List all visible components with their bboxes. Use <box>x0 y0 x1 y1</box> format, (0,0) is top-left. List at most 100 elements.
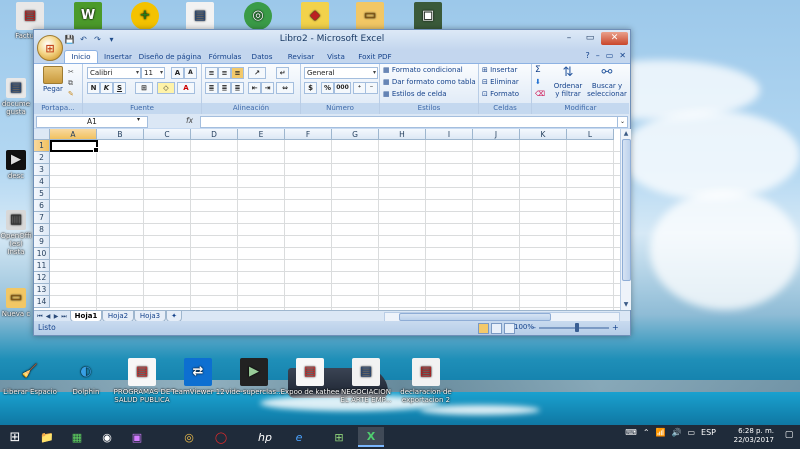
desktop-icon-tripadvisor[interactable]: ◎ <box>228 2 288 32</box>
column-header-k[interactable]: K <box>520 129 567 140</box>
column-header-g[interactable]: G <box>332 129 379 140</box>
tab-foxit-pdf[interactable]: Foxit PDF <box>356 51 394 63</box>
column-header-i[interactable]: I <box>426 129 473 140</box>
decrease-indent-icon[interactable]: ⇤ <box>248 82 261 94</box>
notifications-icon[interactable]: ▢ <box>782 430 796 442</box>
desktop-icon-negociacion[interactable]: ▤ NEGOCIACION EL ARTE EMP... <box>336 358 396 404</box>
align-top-icon[interactable]: ≡ <box>205 67 218 79</box>
desktop-icon-video[interactable]: ▶ vide-superclas... <box>224 358 284 396</box>
row-header-6[interactable]: 6 <box>34 200 50 212</box>
column-header-f[interactable]: F <box>285 129 332 140</box>
autosum-button[interactable]: Σ <box>535 65 541 76</box>
select-all-corner[interactable] <box>34 129 50 140</box>
desktop-icon-dolphin[interactable]: ◐ Dolphin <box>56 358 116 396</box>
desktop-icon-nueva-carpeta[interactable]: ▭ Nueva c <box>0 288 32 318</box>
row-header-5[interactable]: 5 <box>34 188 50 200</box>
language-indicator[interactable]: ESP <box>701 428 716 437</box>
align-center-icon[interactable]: ≣ <box>218 82 231 94</box>
tab-inicio[interactable]: Inicio <box>64 50 98 64</box>
cell-styles-button[interactable]: ▦ Estilos de celda <box>383 89 447 100</box>
tab-revisar[interactable]: Revisar <box>284 51 318 63</box>
vertical-scrollbar[interactable]: ▲ ▼ <box>620 129 631 310</box>
ribbon-minimize-icon[interactable]: – <box>596 51 600 60</box>
paste-button[interactable]: Pegar <box>40 66 66 93</box>
row-header-7[interactable]: 7 <box>34 212 50 224</box>
prev-sheet-icon[interactable]: ◀ <box>44 312 52 321</box>
row-header-9[interactable]: 9 <box>34 236 50 248</box>
wrap-text-icon[interactable]: ↵ <box>276 67 289 79</box>
scroll-thumb[interactable] <box>399 313 551 321</box>
conditional-format-button[interactable]: ▦ Formato condicional <box>383 65 463 76</box>
row-header-12[interactable]: 12 <box>34 272 50 284</box>
title-bar[interactable]: 💾 ↶ ↷ ▾ Libro2 - Microsoft Excel – ▭ ✕ <box>34 30 630 50</box>
taskbar-excel[interactable]: X <box>358 427 384 447</box>
office-button[interactable]: ⊞ <box>37 35 63 61</box>
column-header-e[interactable]: E <box>238 129 285 140</box>
merge-center-icon[interactable]: ⇔ <box>276 82 294 94</box>
chevron-down-icon[interactable]: ▾ <box>137 116 140 123</box>
column-header-j[interactable]: J <box>473 129 520 140</box>
copy-icon[interactable]: ⧉ <box>68 78 73 89</box>
fill-icon[interactable]: ⬇ <box>535 77 541 88</box>
align-left-icon[interactable]: ≣ <box>205 82 218 94</box>
desktop-icon-photo[interactable]: ▣ <box>398 2 458 32</box>
taskbar-chrome[interactable]: ◎ <box>176 427 202 447</box>
align-right-icon[interactable]: ≣ <box>231 82 244 94</box>
wifi-icon[interactable]: 📶 <box>656 428 666 437</box>
orientation-icon[interactable]: ↗ <box>248 67 266 79</box>
currency-button[interactable]: $ <box>304 82 317 94</box>
desktop-icon-expoo[interactable]: ▤ Expoo de kathee <box>280 358 340 396</box>
fill-handle[interactable] <box>93 147 99 153</box>
start-button[interactable]: ⊞ <box>2 427 28 447</box>
zoom-out-button[interactable]: – <box>532 323 536 332</box>
expand-formula-icon[interactable]: ⌄ <box>617 116 628 128</box>
scroll-down-icon[interactable]: ▼ <box>622 301 630 309</box>
ribbon-restore-icon[interactable]: ▭ <box>606 51 614 60</box>
column-header-d[interactable]: D <box>191 129 238 140</box>
desktop-icon-games[interactable]: W <box>58 2 118 32</box>
column-header-c[interactable]: C <box>144 129 191 140</box>
worksheet-grid[interactable]: A B C D E F G H I J K L 1 2 3 4 5 6 7 8 9 10 11 12 13 14 <box>34 129 620 310</box>
tab-insertar[interactable]: Insertar <box>100 51 136 63</box>
desktop-icon-doc[interactable]: ▤ <box>170 2 230 32</box>
increase-indent-icon[interactable]: ⇥ <box>261 82 274 94</box>
scroll-up-icon[interactable]: ▲ <box>622 130 630 138</box>
insert-cells-button[interactable]: ⊞ Insertar <box>482 65 517 76</box>
taskbar-app-colors[interactable]: ▣ <box>124 427 150 447</box>
shrink-font-button[interactable]: A <box>184 67 197 79</box>
restore-button[interactable]: ▭ <box>580 32 600 45</box>
taskbar-hp[interactable]: hp <box>252 427 278 447</box>
page-layout-view-icon[interactable] <box>491 323 502 334</box>
format-as-table-button[interactable]: ▦ Dar formato como tabla <box>383 77 476 88</box>
row-header-1[interactable]: 1 <box>34 140 50 152</box>
format-painter-icon[interactable]: ✎ <box>68 89 74 100</box>
column-header-b[interactable]: B <box>97 129 144 140</box>
keyboard-icon[interactable]: ⌨ <box>625 428 637 437</box>
decrease-decimal-icon[interactable]: ⁻ <box>365 82 378 94</box>
zoom-slider-knob[interactable] <box>575 323 579 332</box>
fill-color-icon[interactable]: ◇ <box>157 82 175 94</box>
desktop-icon-programas[interactable]: ▤ PROGRAMAS DE SALUD PUBLICA <box>112 358 172 404</box>
row-header-8[interactable]: 8 <box>34 224 50 236</box>
font-name-combo[interactable]: Calibri ▾ <box>87 67 141 79</box>
desktop-icon-declaracion[interactable]: ▤ declaracion de exportacion 2 <box>396 358 456 404</box>
desktop-icon-liberar-espacio[interactable]: 🧹 Liberar Espacio <box>0 358 60 396</box>
taskbar-camera[interactable]: ◉ <box>94 427 120 447</box>
excel-window[interactable]: 💾 ↶ ↷ ▾ Libro2 - Microsoft Excel – ▭ ✕ ⊞… <box>33 29 631 336</box>
normal-view-icon[interactable] <box>478 323 489 334</box>
font-color-button[interactable]: A <box>177 82 195 94</box>
font-size-combo[interactable]: 11 ▾ <box>141 67 165 79</box>
minimize-button[interactable]: – <box>559 32 579 45</box>
desktop-icon-openoffice[interactable]: ▥ OpenOffi (es) Insta <box>0 210 32 256</box>
taskbar-opera[interactable]: ◯ <box>208 427 234 447</box>
row-header-13[interactable]: 13 <box>34 284 50 296</box>
desktop-icon-desc[interactable]: ▶ desc <box>0 150 32 180</box>
taskbar-app-green[interactable]: ⊞ <box>326 427 352 447</box>
function-icon[interactable]: fx <box>186 116 193 125</box>
help-icon[interactable]: ? <box>585 51 589 60</box>
delete-cells-button[interactable]: ⊟ Eliminar <box>482 77 519 88</box>
battery-icon[interactable]: ▭ <box>687 428 695 437</box>
taskbar-internet-explorer[interactable]: e <box>286 427 312 447</box>
volume-icon[interactable]: 🔊 <box>672 428 682 437</box>
tab-formulas[interactable]: Fórmulas <box>206 51 244 63</box>
